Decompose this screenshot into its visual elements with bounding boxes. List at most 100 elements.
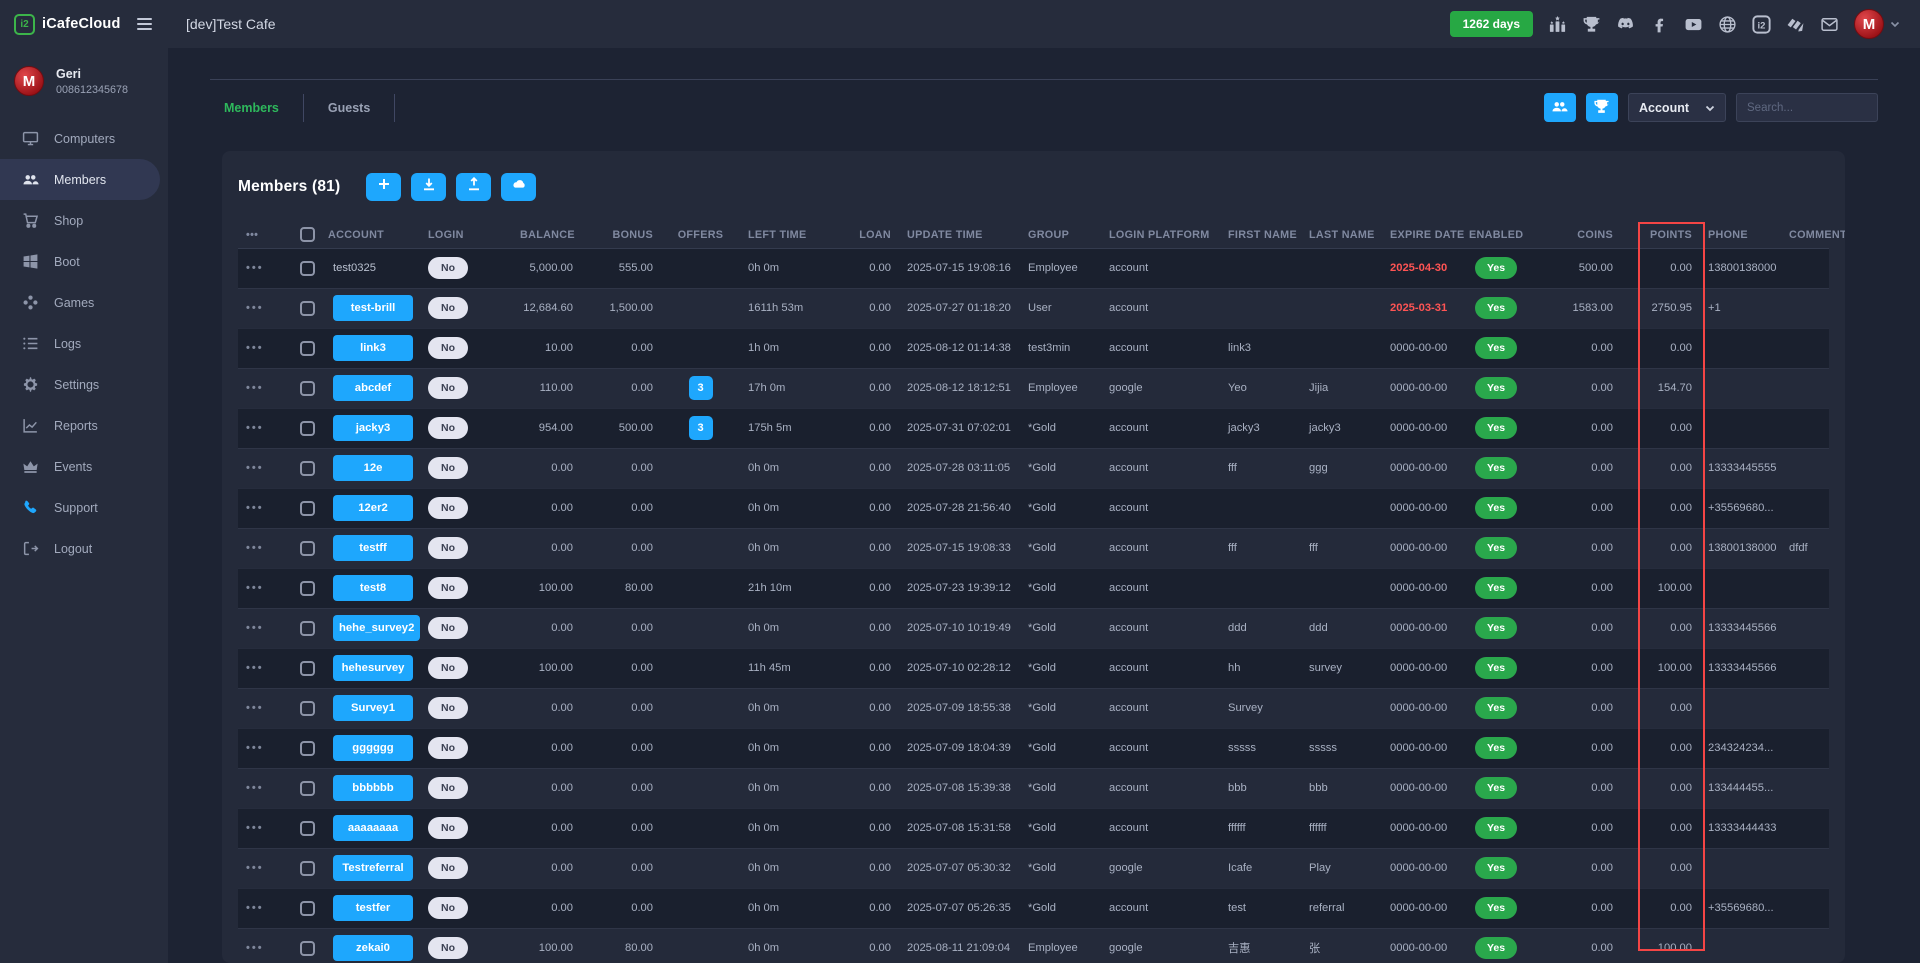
table-row[interactable]: •••aaaaaaaaNo0.000.000h 0m0.002025-07-08… — [238, 808, 1829, 848]
row-actions-button[interactable]: ••• — [246, 662, 264, 674]
account-button[interactable]: aaaaaaaa — [333, 815, 413, 841]
globe-icon[interactable] — [1718, 15, 1737, 34]
row-checkbox[interactable] — [300, 501, 315, 516]
row-checkbox[interactable] — [300, 421, 315, 436]
account-button[interactable]: test-brill — [333, 295, 413, 321]
account-button[interactable]: Testreferral — [333, 855, 413, 881]
row-checkbox[interactable] — [300, 341, 315, 356]
row-actions-button[interactable]: ••• — [246, 942, 264, 954]
row-checkbox[interactable] — [300, 661, 315, 676]
column-header-login[interactable]: LOGIN — [420, 222, 512, 248]
row-actions-button[interactable]: ••• — [246, 862, 264, 874]
table-row[interactable]: •••Survey1No0.000.000h 0m0.002025-07-09 … — [238, 688, 1829, 728]
account-button[interactable]: bbbbbb — [333, 775, 413, 801]
account-button[interactable]: 12e — [333, 455, 413, 481]
account-button[interactable]: Survey1 — [333, 695, 413, 721]
discord-icon[interactable] — [1616, 15, 1635, 34]
table-row[interactable]: •••hehe_survey2No0.000.000h 0m0.002025-0… — [238, 608, 1829, 648]
row-checkbox[interactable] — [300, 741, 315, 756]
sidebar-item-reports[interactable]: Reports — [0, 405, 160, 446]
row-checkbox[interactable] — [300, 581, 315, 596]
table-row[interactable]: •••12er2No0.000.000h 0m0.002025-07-28 21… — [238, 488, 1829, 528]
table-row[interactable]: •••12eNo0.000.000h 0m0.002025-07-28 03:1… — [238, 448, 1829, 488]
row-checkbox[interactable] — [300, 901, 315, 916]
row-actions-button[interactable]: ••• — [246, 902, 264, 914]
column-header-coins[interactable]: COINS — [1546, 222, 1621, 248]
row-checkbox[interactable] — [300, 701, 315, 716]
tab-members[interactable]: Members — [210, 94, 304, 122]
sidebar-item-members[interactable]: Members — [0, 159, 160, 200]
column-header-platform[interactable]: LOGIN PLATFORM — [1101, 222, 1220, 248]
sidebar-item-support[interactable]: Support — [0, 487, 160, 528]
tab-guests[interactable]: Guests — [304, 94, 395, 122]
profile-menu[interactable]: M — [1854, 9, 1900, 39]
sidebar-item-logout[interactable]: Logout — [0, 528, 160, 569]
hamburger-menu-icon[interactable] — [133, 14, 156, 34]
export-button[interactable] — [456, 173, 491, 201]
icafecloud-icon[interactable]: i2 — [1752, 15, 1771, 34]
row-actions-button[interactable]: ••• — [246, 262, 264, 274]
sidebar-item-events[interactable]: Events — [0, 446, 160, 487]
trophy-icon[interactable] — [1582, 15, 1601, 34]
column-header-account[interactable]: ACCOUNT — [320, 222, 420, 248]
brand-logo[interactable]: i2 iCafeCloud — [0, 0, 168, 48]
column-header-phone[interactable]: PHONE — [1700, 222, 1781, 248]
account-button[interactable]: link3 — [333, 335, 413, 361]
row-checkbox[interactable] — [300, 261, 315, 276]
table-row[interactable]: •••test8No100.0080.0021h 10m0.002025-07-… — [238, 568, 1829, 608]
column-header-offers[interactable]: OFFERS — [661, 222, 740, 248]
column-header-bonus[interactable]: BONUS — [581, 222, 661, 248]
account-button[interactable]: test8 — [333, 575, 413, 601]
add-button[interactable] — [366, 173, 401, 201]
layers-icon[interactable] — [1786, 15, 1805, 34]
import-button[interactable] — [411, 173, 446, 201]
row-actions-button[interactable]: ••• — [246, 462, 264, 474]
row-actions-button[interactable]: ••• — [246, 542, 264, 554]
sidebar-item-computers[interactable]: Computers — [0, 118, 160, 159]
account-button[interactable]: abcdef — [333, 375, 413, 401]
search-field-select[interactable]: Account — [1628, 93, 1726, 122]
account-button[interactable]: zekai0 — [333, 935, 413, 961]
row-checkbox[interactable] — [300, 461, 315, 476]
sidebar-item-boot[interactable]: Boot — [0, 241, 160, 282]
sidebar-item-settings[interactable]: Settings — [0, 364, 160, 405]
table-row[interactable]: •••jacky3No954.00500.003175h 5m0.002025-… — [238, 408, 1829, 448]
mail-icon[interactable] — [1820, 15, 1839, 34]
subscription-days-badge[interactable]: 1262 days — [1450, 11, 1533, 37]
column-header-last_name[interactable]: LAST NAME — [1301, 222, 1382, 248]
account-button[interactable]: gggggg — [333, 735, 413, 761]
table-row[interactable]: •••zekai0No100.0080.000h 0m0.002025-08-1… — [238, 928, 1829, 963]
row-actions-button[interactable]: ••• — [246, 782, 264, 794]
account-button[interactable]: hehesurvey — [333, 655, 413, 681]
row-actions-button[interactable]: ••• — [246, 302, 264, 314]
account-button[interactable]: hehe_survey2 — [333, 615, 420, 641]
row-actions-button[interactable]: ••• — [246, 582, 264, 594]
column-header-checkbox[interactable] — [292, 222, 320, 248]
row-actions-button[interactable]: ••• — [246, 822, 264, 834]
row-checkbox[interactable] — [300, 941, 315, 956]
row-actions-button[interactable]: ••• — [246, 342, 264, 354]
row-actions-button[interactable]: ••• — [246, 702, 264, 714]
column-header-first_name[interactable]: FIRST NAME — [1220, 222, 1301, 248]
column-header-comment[interactable]: COMMENT — [1781, 222, 1829, 248]
row-checkbox[interactable] — [300, 781, 315, 796]
row-checkbox[interactable] — [300, 381, 315, 396]
column-header-expire[interactable]: EXPIRE DATE — [1382, 222, 1461, 248]
cloud-button[interactable] — [501, 173, 536, 201]
column-header-group[interactable]: GROUP — [1020, 222, 1101, 248]
account-button[interactable]: testfer — [333, 895, 413, 921]
row-actions-button[interactable]: ••• — [246, 502, 264, 514]
account-button[interactable]: 12er2 — [333, 495, 413, 521]
trophy-filter-button[interactable] — [1586, 93, 1618, 122]
row-checkbox[interactable] — [300, 541, 315, 556]
table-row[interactable]: •••testferNo0.000.000h 0m0.002025-07-07 … — [238, 888, 1829, 928]
youtube-icon[interactable] — [1684, 15, 1703, 34]
row-actions-button[interactable]: ••• — [246, 422, 264, 434]
column-header-points[interactable]: POINTS — [1621, 222, 1700, 248]
members-filter-button[interactable] — [1544, 93, 1576, 122]
sidebar-item-logs[interactable]: Logs — [0, 323, 160, 364]
column-header-enabled[interactable]: ENABLED — [1461, 222, 1546, 248]
account-button[interactable]: jacky3 — [333, 415, 413, 441]
table-row[interactable]: •••test0325No5,000.00555.000h 0m0.002025… — [238, 248, 1829, 288]
row-actions-button[interactable]: ••• — [246, 742, 264, 754]
